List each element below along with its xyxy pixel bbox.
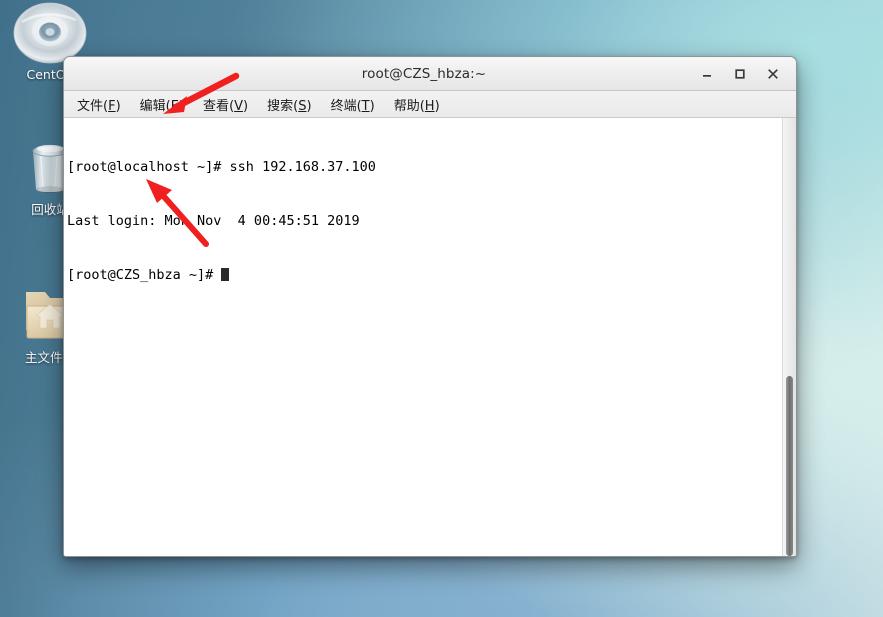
menu-item-search[interactable]: 搜索(S) [262,93,316,116]
terminal-output[interactable]: [root@localhost ~]# ssh 192.168.37.100 L… [64,118,782,556]
menu-label: 帮助 [394,99,420,114]
menubar[interactable]: 文件(F) 编辑(E) 查看(V) 搜索(S) 终端(T) 帮助(H) [64,91,796,118]
menu-label: 文件 [77,99,103,114]
menu-label: 搜索 [267,99,293,114]
menu-item-view[interactable]: 查看(V) [198,93,253,116]
maximize-icon[interactable] [731,65,748,82]
minimize-icon[interactable] [698,65,715,82]
menu-item-file[interactable]: 文件(F) [72,93,126,116]
terminal-line: [root@localhost ~]# ssh 192.168.37.100 [67,158,782,176]
menu-mnemonic: H [425,99,435,114]
menu-mnemonic: T [362,99,370,114]
menu-item-terminal[interactable]: 终端(T) [326,93,380,116]
terminal-scrollbar[interactable] [782,118,796,556]
terminal-prompt-line: [root@CZS_hbza ~]# [67,266,782,284]
terminal-line: Last login: Mon Nov 4 00:45:51 2019 [67,212,782,230]
terminal-window[interactable]: root@CZS_hbza:~ 文件(F) 编辑(E) 查看(V) 搜 [63,56,797,557]
window-titlebar[interactable]: root@CZS_hbza:~ [64,57,796,91]
menu-mnemonic: E [171,99,179,114]
menu-mnemonic: F [108,99,115,114]
terminal-cursor [221,268,229,281]
menu-mnemonic: V [234,99,243,114]
window-controls [698,65,796,82]
menu-label: 编辑 [140,99,166,114]
menu-item-edit[interactable]: 编辑(E) [135,93,189,116]
menu-label: 终端 [331,99,357,114]
menu-label: 查看 [203,99,229,114]
scrollbar-thumb[interactable] [786,376,793,556]
menu-mnemonic: S [298,99,306,114]
window-title: root@CZS_hbza:~ [64,66,698,82]
optical-disc-icon [2,2,98,64]
close-icon[interactable] [764,65,781,82]
terminal-body[interactable]: [root@localhost ~]# ssh 192.168.37.100 L… [64,118,796,556]
menu-item-help[interactable]: 帮助(H) [389,93,445,116]
terminal-prompt-text: [root@CZS_hbza ~]# [67,267,221,283]
